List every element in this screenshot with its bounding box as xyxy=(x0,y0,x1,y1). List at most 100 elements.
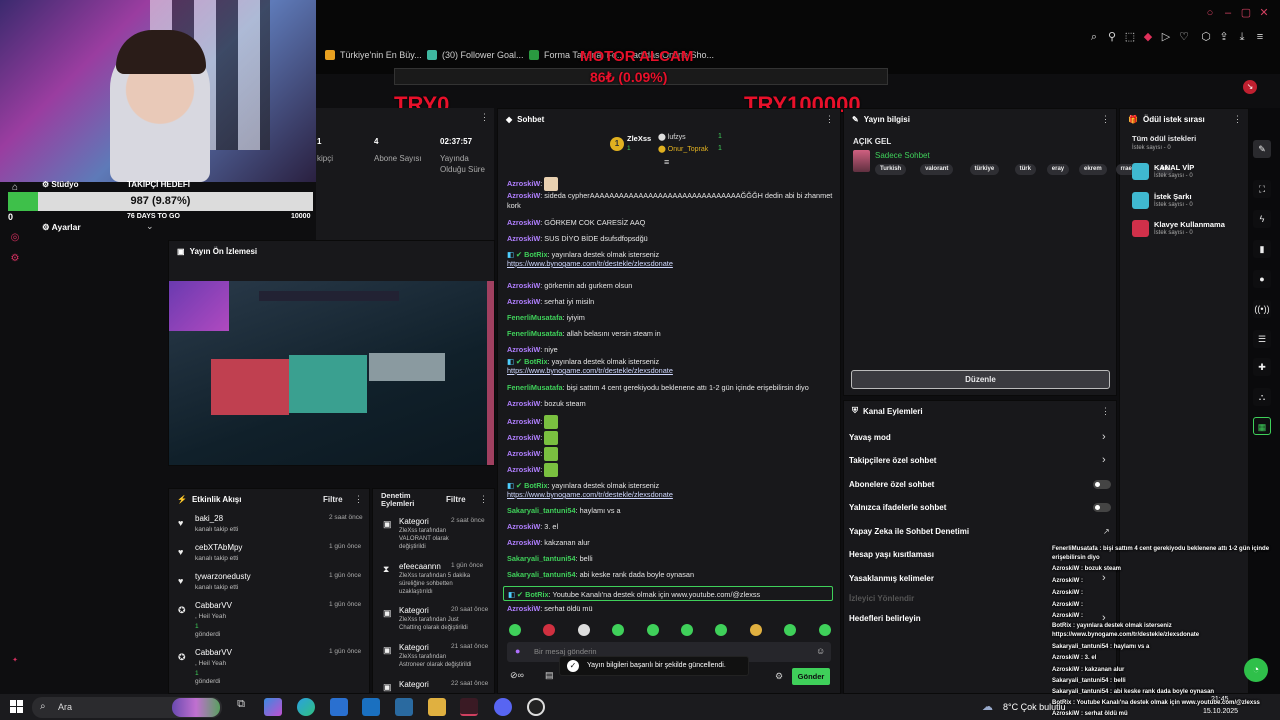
moderation-name[interactable]: Kategori xyxy=(399,680,429,689)
chat-username[interactable]: AzroskiW xyxy=(507,399,540,408)
taskbar-search[interactable]: ⌕ Ara xyxy=(32,697,222,718)
activity-name[interactable]: CabbarVV xyxy=(195,648,232,657)
activity-filter-button[interactable]: Filtre xyxy=(323,495,343,504)
chat-username[interactable]: AzroskiW xyxy=(507,433,540,442)
zoom-icon[interactable]: ⌕ xyxy=(1087,30,1101,44)
mic-icon[interactable]: ● xyxy=(515,646,520,656)
chat-username[interactable]: Sakaryali_tantuni54 xyxy=(507,554,576,563)
chat-username[interactable]: BotRix xyxy=(524,481,548,490)
toggle-switch[interactable] xyxy=(1093,503,1111,512)
cast-icon[interactable]: ▷ xyxy=(1159,30,1173,44)
external-link-icon[interactable]: ↗ xyxy=(1103,527,1110,536)
bookmark-2[interactable]: (30) Follower Goal... xyxy=(427,50,524,60)
emote-icon[interactable] xyxy=(577,624,590,636)
link-icon[interactable]: ⊘∞ xyxy=(510,670,524,681)
channel-action-item[interactable]: Yapay Zeka ile Sohbet Denetimi xyxy=(849,527,969,536)
chevron-down-icon[interactable]: ⌄ xyxy=(146,221,154,232)
chat-username[interactable]: FenerliMusatafa xyxy=(507,313,563,322)
chat-username[interactable]: Sakaryali_tantuni54 xyxy=(507,570,576,579)
chat-username[interactable]: AzroskiW xyxy=(507,281,540,290)
preview-video[interactable] xyxy=(169,281,494,465)
discord-icon[interactable] xyxy=(494,698,512,716)
emote-icon[interactable] xyxy=(818,624,831,636)
chevron-right-icon[interactable]: › xyxy=(1102,572,1106,584)
toggle-switch[interactable] xyxy=(1093,480,1111,489)
edit-button[interactable]: Düzenle xyxy=(851,370,1110,389)
category-name[interactable]: Sadece Sohbet xyxy=(875,151,930,160)
moderation-name[interactable]: Kategori xyxy=(399,606,429,615)
crop-icon[interactable]: ⬚ xyxy=(1123,30,1137,44)
leader-3[interactable]: ⬤ Onur_Toprak xyxy=(658,145,708,153)
more-icon[interactable]: ⋮ xyxy=(1233,114,1242,125)
chat-username[interactable]: FenerliMusatafa xyxy=(507,329,563,338)
activity-name[interactable]: tywarzonedusty xyxy=(195,572,251,581)
chat-username[interactable]: AzroskiW xyxy=(507,538,540,547)
heart-icon[interactable]: ♡ xyxy=(1177,30,1191,44)
opera-icon[interactable] xyxy=(460,698,478,716)
chat-icon[interactable]: ◎ xyxy=(9,232,21,244)
chat-username[interactable]: AzroskiW xyxy=(507,417,540,426)
chat-link[interactable]: https://www.bynogame.com/tr/destekle/zle… xyxy=(507,490,673,500)
chat-username[interactable]: AzroskiW xyxy=(507,218,540,227)
leader-2[interactable]: ⬤ lufzys xyxy=(658,133,686,141)
stream-tag[interactable]: eray xyxy=(1046,164,1070,175)
activity-name[interactable]: CabbarVV xyxy=(195,601,232,610)
outlook-icon[interactable] xyxy=(362,698,380,716)
nodes-icon[interactable]: ⛬ xyxy=(1253,388,1271,406)
stream-tag[interactable]: türkiye xyxy=(969,164,1000,175)
download-icon[interactable]: ⤓ xyxy=(1235,30,1249,44)
minimize-icon[interactable]: – xyxy=(1221,6,1235,20)
pocket-icon[interactable]: ◆ xyxy=(1141,30,1155,44)
reward-name[interactable]: Klavye Kullanmama xyxy=(1154,220,1225,229)
more-icon[interactable]: ⋮ xyxy=(354,494,363,505)
search-icon[interactable]: ○ xyxy=(1203,6,1217,20)
channel-action-item[interactable]: Takipçilere özel sohbet xyxy=(849,456,936,465)
screen-icon[interactable]: ⛶ xyxy=(1253,180,1271,198)
task-view-icon[interactable]: ⧉ xyxy=(232,698,250,716)
maximize-icon[interactable]: ▢ xyxy=(1239,6,1253,20)
clock-date[interactable]: 15.10.2025 xyxy=(1203,708,1238,715)
reward-name[interactable]: KANAL VİP xyxy=(1154,163,1194,172)
channel-action-item[interactable]: Yavaş mod xyxy=(849,433,891,442)
reward-name[interactable]: İstek Şarkı xyxy=(1154,192,1192,201)
activity-name[interactable]: baki_28 xyxy=(195,514,223,523)
channel-action-item[interactable]: İzleyici Yönlendir xyxy=(849,594,914,603)
moderation-filter-button[interactable]: Filtre xyxy=(446,495,466,504)
chevron-right-icon[interactable]: › xyxy=(1102,454,1106,466)
emoji-icon[interactable]: ☺ xyxy=(816,646,825,656)
moderation-name[interactable]: efeecaannn xyxy=(399,562,441,571)
chat-username[interactable]: Sakaryali_tantuni54 xyxy=(507,506,576,515)
chat-username[interactable]: AzroskiW xyxy=(507,522,540,531)
store-icon[interactable] xyxy=(330,698,348,716)
bookmark-1[interactable]: Türkiye'nin En Büy... xyxy=(325,50,422,60)
channel-action-item[interactable]: Abonelere özel sohbet xyxy=(849,480,934,489)
more-icon[interactable]: ⋮ xyxy=(480,112,489,123)
emote-icon[interactable] xyxy=(749,624,762,636)
close-icon[interactable]: ✕ xyxy=(1257,6,1271,20)
chat-username[interactable]: AzroskiW xyxy=(507,179,540,188)
pencil-icon[interactable]: ✎ xyxy=(1253,140,1271,158)
chat-bubble-icon[interactable]: ● xyxy=(1253,270,1271,288)
settings-icon[interactable]: ⚙ xyxy=(9,253,21,265)
more-icon[interactable]: ⋮ xyxy=(479,494,488,505)
store-icon[interactable]: ▤ xyxy=(545,670,554,681)
scroll-down-icon[interactable]: ≡ xyxy=(664,157,669,167)
pin-icon[interactable]: ⚲ xyxy=(1105,30,1119,44)
emote-icon[interactable] xyxy=(646,624,659,636)
stream-tag[interactable]: türk xyxy=(1014,164,1036,175)
send-button[interactable]: Gönder xyxy=(792,668,830,685)
stream-tag[interactable]: valorant xyxy=(920,164,954,175)
emote-icon[interactable] xyxy=(681,624,693,636)
settings-row[interactable]: ⚙ Ayarlar xyxy=(42,222,81,233)
gear-icon[interactable]: ⚙ xyxy=(775,671,783,682)
menu-icon[interactable]: ≡ xyxy=(1253,30,1267,44)
chat-username[interactable]: BotRix xyxy=(525,590,549,599)
more-icon[interactable]: ⋮ xyxy=(825,114,834,125)
lightning-icon[interactable]: ϟ xyxy=(1253,210,1271,228)
more-icon[interactable]: ⋮ xyxy=(1101,114,1110,125)
share-icon[interactable]: ⇪ xyxy=(1217,30,1231,44)
chat-username[interactable]: FenerliMusatafa xyxy=(507,383,563,392)
stream-tag[interactable]: ekrem xyxy=(1079,164,1107,175)
chat-username[interactable]: BotRix xyxy=(524,357,548,366)
channel-action-item[interactable]: Yasaklanmış kelimeler xyxy=(849,574,934,583)
